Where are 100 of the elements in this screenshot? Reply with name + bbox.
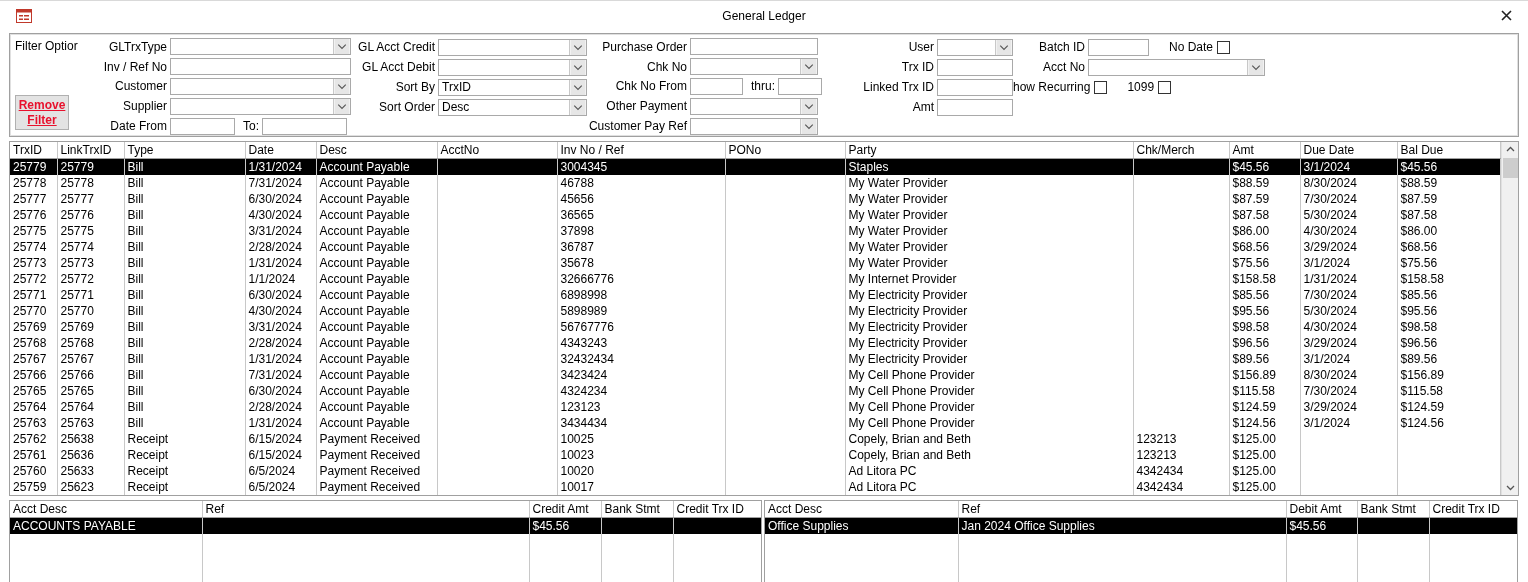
dropdown-field[interactable]: [170, 97, 351, 115]
text-field[interactable]: [778, 78, 822, 95]
table-cell: My Water Provider: [845, 191, 1133, 207]
checkbox[interactable]: [1217, 40, 1231, 54]
dropdown-field[interactable]: [690, 117, 818, 135]
table-cell: $125.00: [1229, 431, 1300, 447]
table-cell: Account Payable: [316, 223, 437, 239]
field-label: Trx ID: [900, 60, 934, 74]
dropdown-field[interactable]: [170, 38, 351, 56]
checkbox[interactable]: [1158, 80, 1172, 94]
column-header[interactable]: Type: [124, 142, 245, 159]
table-cell: Receipt: [124, 479, 245, 495]
table-row[interactable]: 25762 25638 Receipt 6/15/2024 Payment Received 10025 Copely, Brian and Beth 123213 $125.00: [10, 431, 1500, 447]
dropdown-field[interactable]: [170, 78, 351, 95]
table-cell: 25769: [10, 319, 57, 335]
text-field[interactable]: [170, 58, 351, 76]
table-row[interactable]: 25771 25771 Bill 6/30/2024 Account Payable 6898998 My Electricity Provider $85.56 7/30/2024 $85.56: [10, 287, 1500, 303]
table-row[interactable]: 25773 25773 Bill 1/31/2024 Account Payable 35678 My Water Provider $75.56 3/1/2024 $75.56: [10, 255, 1500, 271]
chevron-down-icon[interactable]: [569, 59, 586, 75]
dropdown-field[interactable]: [690, 58, 818, 76]
table-cell: 1/31/2024: [245, 351, 316, 367]
text-field[interactable]: [690, 78, 743, 95]
chevron-down-icon[interactable]: [1247, 59, 1264, 75]
column-header[interactable]: Amt: [1229, 142, 1300, 159]
dropdown-field[interactable]: Desc: [438, 98, 587, 116]
checkbox[interactable]: [1094, 80, 1108, 94]
chevron-down-icon[interactable]: [333, 79, 350, 94]
table-row[interactable]: 25760 25633 Receipt 6/5/2024 Payment Received 10020 Ad Litora PC 4342434 $125.00: [10, 463, 1500, 479]
text-field[interactable]: [1088, 38, 1149, 56]
dropdown-field[interactable]: [937, 38, 1013, 56]
chevron-down-icon[interactable]: [569, 99, 586, 115]
column-header[interactable]: PONo: [725, 142, 845, 159]
column-header[interactable]: Party: [845, 142, 1133, 159]
table-row[interactable]: 25778 25778 Bill 7/31/2024 Account Payable 46788 My Water Provider $88.59 8/30/2024 $88.59: [10, 175, 1500, 191]
dropdown-field[interactable]: TrxID: [438, 78, 587, 96]
text-field[interactable]: [690, 38, 818, 56]
table-row[interactable]: 25774 25774 Bill 2/28/2024 Account Payable 36787 My Water Provider $68.56 3/29/2024 $68.56: [10, 239, 1500, 255]
column-header[interactable]: Debit Amt: [1286, 501, 1357, 518]
chevron-down-icon[interactable]: [800, 59, 817, 75]
dropdown-field[interactable]: [1088, 58, 1265, 76]
table-cell: 25760: [10, 463, 57, 479]
table-row[interactable]: 25776 25776 Bill 4/30/2024 Account Payable 36565 My Water Provider $87.58 5/30/2024 $87.58: [10, 207, 1500, 223]
close-icon[interactable]: [1501, 10, 1512, 21]
column-header[interactable]: Bank Stmt: [1357, 501, 1429, 518]
table-cell: 6/30/2024: [245, 191, 316, 207]
text-field[interactable]: [937, 98, 1013, 116]
text-field[interactable]: [170, 117, 235, 135]
table-row[interactable]: 25770 25770 Bill 4/30/2024 Account Payable 5898989 My Electricity Provider $95.56 5/30/2024 $95.56: [10, 303, 1500, 319]
table-row[interactable]: 25759 25623 Receipt 6/5/2024 Payment Received 10017 Ad Litora PC 4342434 $125.00: [10, 479, 1500, 495]
chevron-down-icon[interactable]: [995, 39, 1012, 55]
table-row[interactable]: 25775 25775 Bill 3/31/2024 Account Payable 37898 My Water Provider $86.00 4/30/2024 $86.00: [10, 223, 1500, 239]
column-header[interactable]: Ref: [958, 501, 1286, 518]
column-header[interactable]: Bank Stmt: [601, 501, 673, 518]
column-header[interactable]: Credit Trx ID: [673, 501, 761, 518]
table-row[interactable]: 25761 25636 Receipt 6/15/2024 Payment Received 10023 Copely, Brian and Beth 123213 $125.00: [10, 447, 1500, 463]
text-field[interactable]: [937, 78, 1013, 96]
table-row[interactable]: 25766 25766 Bill 7/31/2024 Account Payable 3423424 My Cell Phone Provider $156.89 8/30/2024 $156.89: [10, 367, 1500, 383]
column-header[interactable]: Inv No / Ref: [557, 142, 725, 159]
chevron-down-icon[interactable]: [569, 39, 586, 55]
chevron-down-icon[interactable]: [800, 118, 817, 134]
column-header[interactable]: Credit Trx ID: [1429, 501, 1517, 518]
text-field[interactable]: [262, 117, 347, 135]
table-row[interactable]: 25777 25777 Bill 6/30/2024 Account Payable 45656 My Water Provider $87.59 7/30/2024 $87.59: [10, 191, 1500, 207]
chevron-down-icon[interactable]: [569, 79, 586, 95]
chevron-down-icon[interactable]: [333, 39, 350, 55]
table-cell: 36565: [557, 207, 725, 223]
column-header[interactable]: LinkTrxID: [57, 142, 124, 159]
table-row[interactable]: 25764 25764 Bill 2/28/2024 Account Payable 123123 My Cell Phone Provider $124.59 3/29/2024 $124.59: [10, 399, 1500, 415]
table-row[interactable]: 25769 25769 Bill 3/31/2024 Account Payable 56767776 My Electricity Provider $98.58 4/30/2024 $98.58: [10, 319, 1500, 335]
table-cell: $85.56: [1397, 287, 1500, 303]
table-row[interactable]: 25768 25768 Bill 2/28/2024 Account Payable 4343243 My Electricity Provider $96.56 3/29/2024 $96.56: [10, 335, 1500, 351]
column-header[interactable]: Bal Due: [1397, 142, 1500, 159]
column-header[interactable]: TrxID: [10, 142, 57, 159]
table-cell: 1/31/2024: [245, 415, 316, 431]
table-cell: $45.56: [1397, 158, 1500, 175]
table-row[interactable]: 25772 25772 Bill 1/1/2024 Account Payable 32666776 My Internet Provider $158.58 1/31/2024 $158.58: [10, 271, 1500, 287]
chevron-down-icon[interactable]: [333, 98, 350, 114]
dropdown-field[interactable]: [690, 97, 818, 115]
table-cell: 25777: [57, 191, 124, 207]
column-header[interactable]: Acct Desc: [10, 501, 202, 518]
table-cell: Account Payable: [316, 175, 437, 191]
scroll-thumb[interactable]: [1502, 158, 1518, 178]
column-header[interactable]: Chk/Merch: [1133, 142, 1229, 159]
table-row[interactable]: 25763 25763 Bill 1/31/2024 Account Payable 3434434 My Cell Phone Provider $124.56 3/1/2024 $124.56: [10, 415, 1500, 431]
table-cell: 25778: [57, 175, 124, 191]
field-label: User: [907, 40, 934, 54]
column-header[interactable]: Ref: [202, 501, 529, 518]
column-header[interactable]: Due Date: [1300, 142, 1397, 159]
column-header[interactable]: AcctNo: [437, 142, 557, 159]
column-header[interactable]: Desc: [316, 142, 437, 159]
table-row[interactable]: 25767 25767 Bill 1/31/2024 Account Payable 32432434 My Electricity Provider $89.56 3/1/2024 $89.56: [10, 351, 1500, 367]
dropdown-field[interactable]: [438, 58, 587, 76]
table-row[interactable]: 25765 25765 Bill 6/30/2024 Account Payable 4324234 My Cell Phone Provider $115.58 7/30/2024 $115.58: [10, 383, 1500, 399]
dropdown-field[interactable]: [438, 38, 587, 56]
column-header[interactable]: Date: [245, 142, 316, 159]
chevron-down-icon[interactable]: [800, 98, 817, 114]
column-header[interactable]: Credit Amt: [529, 501, 601, 518]
text-field[interactable]: [937, 58, 1013, 76]
remove-filter-button[interactable]: Remove Filter: [15, 95, 69, 130]
column-header[interactable]: Acct Desc: [765, 501, 958, 518]
